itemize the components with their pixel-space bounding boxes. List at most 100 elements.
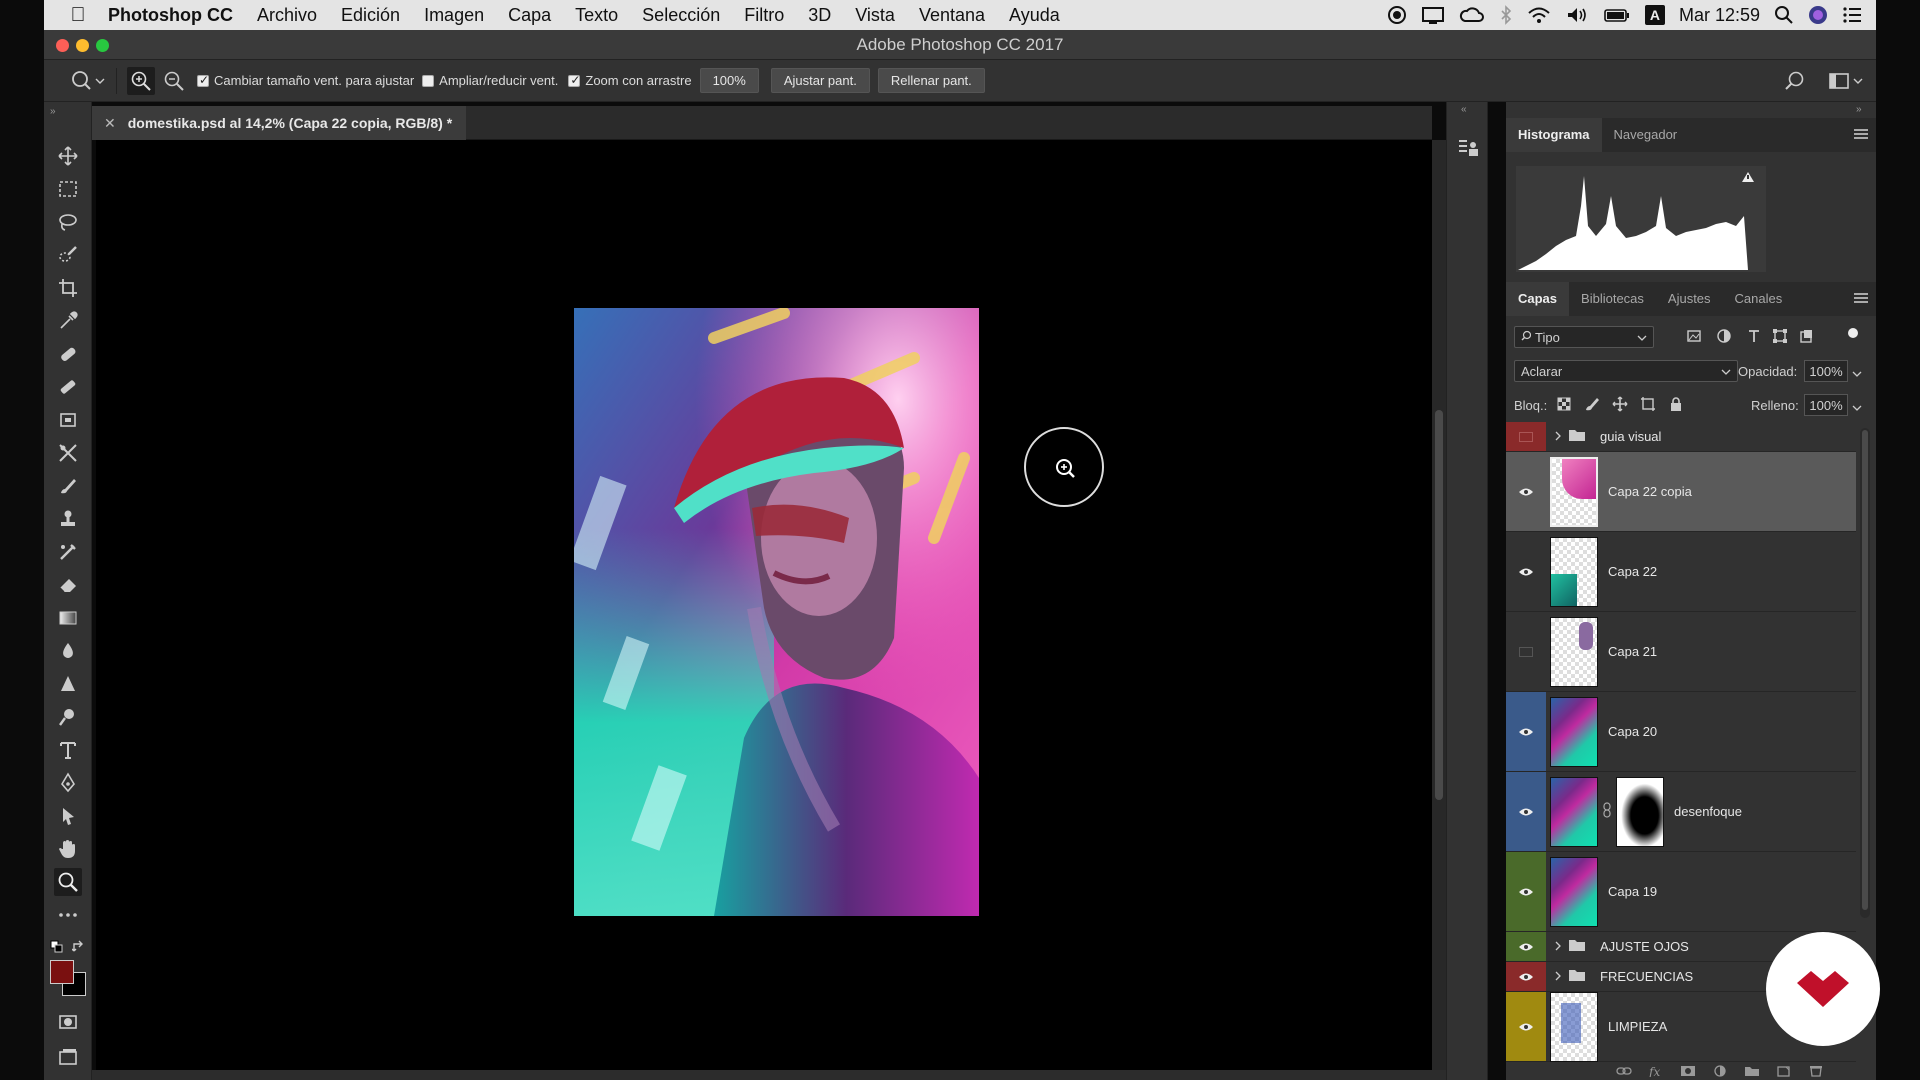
minimize-window-button[interactable]	[76, 39, 89, 52]
volume-icon[interactable]	[1565, 5, 1589, 25]
link-layers-icon[interactable]	[1616, 1065, 1632, 1080]
scrollbar-thumb[interactable]	[1862, 430, 1868, 910]
checkbox-checked[interactable]	[568, 73, 580, 87]
spot-healing-brush-icon[interactable]	[54, 340, 82, 368]
type-tool-icon[interactable]	[54, 736, 82, 764]
layer-visibility-toggle[interactable]	[1506, 852, 1546, 931]
fill-input[interactable]: 100%	[1804, 394, 1848, 416]
bluetooth-icon[interactable]	[1499, 5, 1513, 25]
lock-transparent-icon[interactable]	[1556, 396, 1572, 415]
zoom-out-icon[interactable]	[163, 70, 185, 92]
layer-row-capa-20[interactable]: Capa 20	[1506, 692, 1856, 772]
filter-toggle[interactable]	[1848, 328, 1858, 338]
menu-capa[interactable]: Capa	[496, 5, 563, 26]
tab-bibliotecas[interactable]: Bibliotecas	[1569, 282, 1656, 316]
panel-menu-icon[interactable]	[1854, 128, 1868, 143]
collapse-arrows-icon[interactable]: »	[50, 106, 56, 117]
layer-visibility-toggle[interactable]	[1506, 772, 1546, 851]
menu-filtro[interactable]: Filtro	[732, 5, 796, 26]
filter-shape-icon[interactable]	[1772, 328, 1788, 347]
layer-visibility-toggle[interactable]	[1506, 932, 1546, 961]
chevron-right-icon[interactable]	[1554, 429, 1562, 444]
chevron-down-icon[interactable]	[1852, 400, 1862, 415]
layers-menu-icon[interactable]	[1854, 292, 1868, 307]
apple-icon[interactable]: 	[60, 4, 96, 27]
more-tools-icon[interactable]	[54, 901, 82, 929]
clone-stamp-icon[interactable]	[54, 505, 82, 533]
pen-tool-icon[interactable]	[54, 769, 82, 797]
new-layer-icon[interactable]	[1776, 1065, 1792, 1080]
close-window-button[interactable]	[56, 39, 69, 52]
quick-selection-tool-icon[interactable]	[54, 241, 82, 269]
filter-pixel-icon[interactable]	[1686, 328, 1702, 347]
document-tab[interactable]: ✕ domestika.psd al 14,2% (Capa 22 copia,…	[92, 106, 467, 140]
menu-ayuda[interactable]: Ayuda	[997, 5, 1072, 26]
menu-texto[interactable]: Texto	[563, 5, 630, 26]
sharpen-tool-icon[interactable]	[54, 670, 82, 698]
layer-mask-thumbnail[interactable]	[1616, 776, 1664, 847]
adjustment-layer-icon[interactable]	[1712, 1064, 1728, 1080]
chevron-down-icon[interactable]	[1852, 366, 1862, 381]
fit-screen-button[interactable]: Ajustar pant.	[770, 68, 870, 93]
canvas-vertical-scrollbar[interactable]	[1432, 140, 1446, 1070]
close-tab-icon[interactable]: ✕	[104, 115, 116, 132]
lock-all-icon[interactable]	[1668, 396, 1684, 415]
crop-tool-icon[interactable]	[54, 274, 82, 302]
display-icon[interactable]	[1421, 5, 1445, 25]
properties-panel-icon[interactable]	[1457, 136, 1481, 163]
lock-image-pixels-icon[interactable]	[1584, 396, 1600, 415]
lock-position-icon[interactable]	[1612, 396, 1628, 415]
creative-cloud-icon[interactable]	[1459, 5, 1485, 25]
trash-icon[interactable]	[1808, 1065, 1824, 1080]
checkbox-unchecked[interactable]	[422, 74, 435, 87]
menu-imagen[interactable]: Imagen	[412, 5, 496, 26]
eyedropper-tool-icon[interactable]	[54, 307, 82, 335]
foreground-color-swatch[interactable]	[50, 960, 74, 984]
lock-artboard-icon[interactable]	[1640, 396, 1656, 415]
zoom-tool-icon[interactable]	[54, 868, 82, 896]
filter-type-icon[interactable]	[1746, 328, 1762, 347]
layer-row-capa-22[interactable]: Capa 22	[1506, 532, 1856, 612]
layer-row-capa-21[interactable]: Capa 21	[1506, 612, 1856, 692]
zoom-tool-preset-icon[interactable]	[70, 69, 106, 93]
record-icon[interactable]	[1387, 5, 1407, 25]
screen-mode-icon[interactable]	[54, 1044, 82, 1072]
scrollbar-thumb[interactable]	[1435, 410, 1443, 800]
layer-row-desenfoque[interactable]: desenfoque	[1506, 772, 1856, 852]
layer-row-guia-visual[interactable]: guia visual	[1506, 422, 1856, 452]
tab-capas[interactable]: Capas	[1506, 282, 1570, 316]
marquee-tool-icon[interactable]	[54, 175, 82, 203]
layer-filter-select[interactable]: Tipo	[1514, 326, 1654, 348]
search-icon[interactable]	[1784, 70, 1806, 92]
dodge-tool-icon[interactable]	[54, 703, 82, 731]
layer-visibility-toggle[interactable]	[1506, 992, 1546, 1061]
filter-adjustment-icon[interactable]	[1716, 328, 1732, 347]
wifi-icon[interactable]	[1527, 5, 1551, 25]
menu-vista[interactable]: Vista	[843, 5, 907, 26]
swap-colors-icon[interactable]	[71, 940, 86, 957]
zoom-all-windows-checkbox[interactable]: Ampliar/reducir vent.	[422, 73, 558, 88]
tab-navegador[interactable]: Navegador	[1602, 118, 1690, 152]
resize-windows-checkbox[interactable]: Cambiar tamaño vent. para ajustar	[197, 73, 414, 88]
input-source-badge[interactable]: A	[1644, 5, 1665, 25]
checkbox-checked[interactable]	[197, 73, 209, 87]
tab-ajustes[interactable]: Ajustes	[1656, 282, 1723, 316]
layer-row-capa-22-copia[interactable]: Capa 22 copia	[1506, 452, 1856, 532]
fx-icon[interactable]: fx	[1648, 1065, 1664, 1080]
menu-3d[interactable]: 3D	[796, 5, 843, 26]
lasso-tool-icon[interactable]	[54, 208, 82, 236]
workspace-switcher-icon[interactable]	[1828, 70, 1864, 92]
filter-smart-object-icon[interactable]	[1798, 328, 1814, 347]
document-canvas[interactable]	[96, 140, 1432, 1070]
paint-brush-icon[interactable]	[54, 472, 82, 500]
menu-ventana[interactable]: Ventana	[907, 5, 997, 26]
menu-edicion[interactable]: Edición	[329, 5, 412, 26]
zoom-window-button[interactable]	[96, 39, 109, 52]
layer-visibility-toggle[interactable]	[1506, 532, 1546, 611]
add-mask-icon[interactable]	[1680, 1065, 1696, 1080]
menu-seleccion[interactable]: Selección	[630, 5, 732, 26]
path-selection-tool-icon[interactable]	[54, 802, 82, 830]
tab-canales[interactable]: Canales	[1723, 282, 1795, 316]
gradient-tool-icon[interactable]	[54, 604, 82, 632]
zoom-100-button[interactable]: 100%	[699, 68, 759, 93]
